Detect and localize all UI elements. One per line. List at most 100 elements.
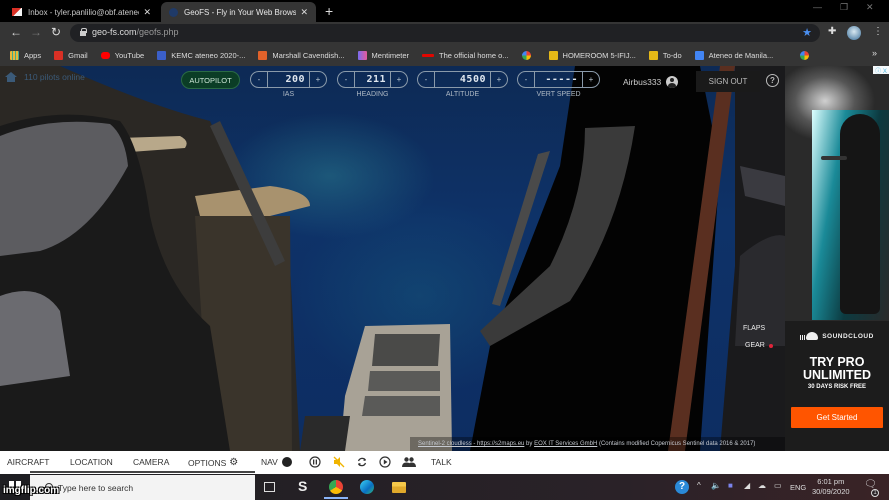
brand-name: SOUNDCLOUD [822,332,874,340]
profile-avatar[interactable] [847,26,861,40]
bookmark-mentimeter[interactable]: Mentimeter [357,50,409,60]
close-tab-icon[interactable]: ✕ [143,7,151,18]
heading-decrement-button[interactable]: - [338,72,354,87]
bookmark-gmail[interactable]: Gmail [54,50,88,60]
vert-speed-input[interactable]: ----- [534,72,583,87]
bookmark-label: Ateneo de Manila... [708,50,774,60]
bookmark-label: Marshall Cavendish... [272,50,345,60]
vert-speed-decrement-button[interactable]: - [518,72,534,87]
flight-sim-viewport[interactable]: 110 pilots online AUTOPILOT - 200 + IAS … [0,66,785,451]
menu-aircraft[interactable]: AIRCRAFT [7,457,50,467]
reload-icon[interactable]: ↻ [51,25,61,39]
reset-icon[interactable] [356,456,368,468]
address-bar[interactable]: geo-fs.com/geofs.php ★ [70,24,820,42]
players-icon[interactable] [402,456,416,468]
onedrive-icon[interactable]: ☁ [758,481,766,490]
bookmark-youtube[interactable]: YouTube [100,50,145,60]
menu-camera[interactable]: CAMERA [133,457,169,467]
bookmark-ateneo[interactable]: Ateneo de Manila... [694,50,774,60]
ias-decrement-button[interactable]: - [251,72,267,87]
teams-icon[interactable]: ■ [728,481,733,490]
restore-icon[interactable]: ❐ [840,2,848,13]
pause-icon[interactable] [309,456,321,468]
sign-out-button[interactable]: SIGN OUT [696,71,760,92]
bookmark-label: HOMEROOM 5-IFIJ... [562,50,636,60]
more-bookmarks-icon[interactable]: » [872,48,877,58]
edge-icon[interactable] [360,480,374,494]
altitude-decrement-button[interactable]: - [418,72,434,87]
bookmark-marshall[interactable]: Marshall Cavendish... [258,50,345,60]
close-tab-icon[interactable]: ✕ [300,7,308,18]
taskbar-clock[interactable]: 6:01 pm 30/09/2020 [812,477,850,497]
bookmark-label: To-do [662,50,682,60]
user-account-icon [666,76,679,88]
autopilot-button[interactable]: AUTOPILOT [181,71,240,89]
bookmark-google-2[interactable] [800,50,814,60]
gmail-icon [12,8,22,16]
show-hidden-icons[interactable]: ^ [697,481,701,490]
file-explorer-icon[interactable] [392,482,406,493]
taskbar-search-box[interactable]: Type here to search [30,475,255,500]
ad-subline: 30 DAYS RISK FREE [807,384,867,390]
ad-artist-figure [840,114,880,314]
extensions-puzzle-icon[interactable]: ✚ [828,26,836,37]
help-tray-icon[interactable]: ? [675,480,689,494]
vert-speed-increment-button[interactable]: + [583,72,599,87]
heading-input[interactable]: 211 [354,72,391,87]
user-account[interactable]: Airbus333 [623,76,679,88]
sentinel-link[interactable]: Sentinel-2 cloudless - https://s2maps.eu [418,441,524,447]
tab-inbox[interactable]: Inbox - tyler.panlilio@obf.ateneo ✕ [4,2,159,22]
volume-icon[interactable]: 🔈 [711,481,721,490]
tab-geofs[interactable]: GeoFS - Fly in Your Web Browser ✕ [161,2,316,22]
get-started-button[interactable]: Get Started [791,407,883,428]
center-seat-panel-2 [368,371,440,391]
bookmark-star-icon[interactable]: ★ [802,26,812,39]
heading-increment-button[interactable]: + [391,72,407,87]
pilots-online-count[interactable]: 110 pilots online [24,72,85,82]
nav-label: NAV [261,457,278,467]
minimize-icon[interactable]: — [813,2,822,12]
sound-muted-icon[interactable] [333,456,345,468]
bookmark-label: YouTube [114,50,145,60]
bookmark-apps[interactable]: Apps [10,50,41,60]
bookmark-google[interactable] [521,50,536,60]
language-indicator[interactable]: ENG [790,483,806,492]
chrome-icon[interactable] [329,480,343,494]
bookmark-label: KEMC ateneo 2020-... [171,50,246,60]
ias-input[interactable]: 200 [267,72,310,87]
window-close-icon[interactable]: ✕ [866,2,874,13]
forward-icon[interactable]: → [30,25,42,39]
help-icon[interactable]: ? [766,74,779,87]
bookmark-homeroom[interactable]: HOMEROOM 5-IFIJ... [548,50,636,60]
ias-increment-button[interactable]: + [310,72,326,87]
altitude-increment-button[interactable]: + [491,72,507,87]
home-icon[interactable] [5,72,17,82]
eox-link[interactable]: EOX IT Services GmbH [534,441,597,447]
play-record-icon[interactable] [379,456,391,468]
new-tab-button[interactable]: + [325,3,333,19]
imgflip-watermark: imgflip.com [3,485,60,496]
menu-talk[interactable]: TALK [431,457,452,467]
wifi-icon[interactable]: ◢ [744,481,750,490]
menu-options[interactable]: OPTIONS ⚙ [188,457,238,468]
bookmark-f1[interactable]: The official home o... [422,51,509,60]
bookmark-todo[interactable]: To-do [648,50,682,60]
menu-nav[interactable]: NAV [261,457,292,467]
address-row: ← → ↻ geo-fs.com/geofs.php ★ ✚ ⋮ [0,22,889,44]
ad-choices-icon[interactable]: ⓘ X [873,66,889,75]
back-icon[interactable]: ← [10,25,22,39]
heading-control: - 211 + [337,71,408,88]
app-s-icon[interactable]: S [298,478,312,494]
bookmark-kemc[interactable]: KEMC ateneo 2020-... [157,50,246,60]
username: Airbus333 [623,77,662,87]
chrome-active-underline [324,497,348,499]
floor-mat [300,416,350,451]
altitude-input[interactable]: 4500 [434,72,491,87]
gear-status-light [768,343,773,348]
battery-icon[interactable]: ▭ [774,481,782,490]
task-view-icon[interactable] [264,482,275,492]
menu-kebab-icon[interactable]: ⋮ [873,26,883,37]
ad-headline: TRY PRO UNLIMITED [785,356,889,382]
soundcloud-ad[interactable]: ⓘ X SOUNDCLOUD TRY PRO UNLIMITED 30 DAYS … [785,66,889,451]
menu-location[interactable]: LOCATION [70,457,113,467]
